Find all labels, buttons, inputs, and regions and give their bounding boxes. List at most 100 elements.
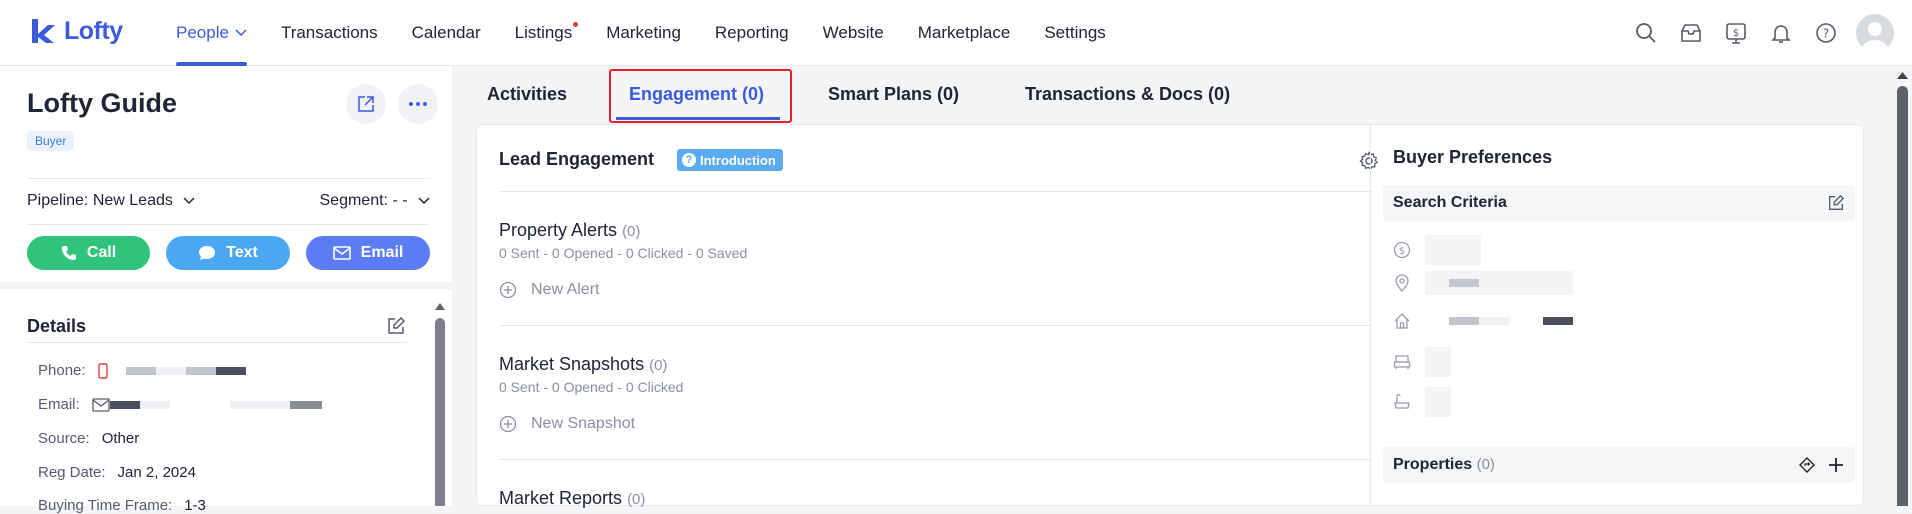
inbox-icon[interactable] <box>1676 18 1706 48</box>
new-alert-button[interactable]: New Alert <box>499 281 599 299</box>
masked-value <box>1425 271 1573 295</box>
bathrooms-criteria <box>1393 387 1451 417</box>
location-pin-icon <box>1395 274 1409 292</box>
new-snapshot-button[interactable]: New Snapshot <box>499 415 635 433</box>
pipeline-select[interactable]: Pipeline: New Leads <box>27 192 195 210</box>
notification-dot <box>573 22 579 27</box>
properties-label: Properties (0) <box>1393 456 1495 474</box>
chevron-down-icon <box>235 29 247 37</box>
billing-icon[interactable]: $ <box>1721 18 1751 48</box>
chevron-down-icon <box>418 197 430 205</box>
bell-icon[interactable] <box>1766 18 1796 48</box>
lead-engagement-title: Lead Engagement <box>499 149 655 169</box>
bathtub-icon <box>1394 393 1410 409</box>
reg-date-row: Reg Date: Jan 2, 2024 <box>38 464 196 481</box>
nav-website[interactable]: Website <box>823 0 884 66</box>
search-criteria-bar: Search Criteria <box>1383 185 1855 221</box>
gear-icon[interactable] <box>1359 151 1379 171</box>
top-icons: $ ? <box>1631 0 1912 66</box>
masked-value <box>1425 309 1575 333</box>
envelope-icon <box>332 246 351 260</box>
tab-activities[interactable]: Activities <box>487 84 567 105</box>
main-scrollbar[interactable] <box>1893 66 1912 506</box>
nav-reporting[interactable]: Reporting <box>715 0 789 66</box>
brand-name: Lofty <box>64 16 123 45</box>
share-icon <box>358 96 374 112</box>
tab-transactions-docs[interactable]: Transactions & Docs (0) <box>1025 84 1230 105</box>
dollar-circle-icon: $ <box>1393 241 1411 259</box>
introduction-badge[interactable]: ? Introduction <box>677 149 783 171</box>
plus-circle-icon <box>499 415 517 433</box>
pipeline-value: New Leads <box>92 192 173 209</box>
nav-label: Reporting <box>714 23 789 42</box>
segment-select[interactable]: Segment: - - <box>320 192 431 210</box>
property-type-criteria <box>1393 309 1575 333</box>
avatar[interactable] <box>1856 14 1894 52</box>
masked-value <box>1425 235 1481 265</box>
nav-marketing[interactable]: Marketing <box>606 0 681 66</box>
email-button[interactable]: Email <box>306 236 430 270</box>
home-icon <box>1394 313 1410 329</box>
nav-label: Transactions <box>280 23 378 42</box>
mask-block <box>125 366 156 375</box>
nav-settings[interactable]: Settings <box>1044 0 1105 66</box>
divider <box>27 224 430 225</box>
nav-transactions[interactable]: Transactions <box>281 0 378 66</box>
mask-block <box>289 400 322 409</box>
chat-bubble-icon <box>199 246 216 260</box>
details-title: Details <box>27 316 87 336</box>
main-nav: People Transactions Calendar Listings Ma… <box>176 0 1140 66</box>
contact-header-card: Lofty Guide Buyer Pipeline: New Leads Se… <box>0 66 452 282</box>
more-icon <box>409 102 427 106</box>
property-alerts-stats: 0 Sent - 0 Opened - 0 Clicked - 0 Saved <box>499 245 748 261</box>
edit-icon[interactable] <box>386 316 406 336</box>
email-row: Email: <box>38 396 322 413</box>
pipeline-label: Pipeline: <box>27 192 89 209</box>
nav-listings[interactable]: Listings <box>514 0 579 66</box>
phone-row: Phone: <box>38 362 246 379</box>
segment-label: Segment: <box>319 192 388 209</box>
edit-icon[interactable] <box>1827 194 1845 212</box>
contact-name: Lofty Guide <box>27 88 177 118</box>
nav-label: Marketplace <box>917 23 1011 42</box>
sidebar-scrollbar[interactable] <box>433 298 447 506</box>
text-button[interactable]: Text <box>166 236 290 270</box>
mobile-phone-icon[interactable] <box>97 362 108 379</box>
divider <box>499 325 1372 326</box>
market-snapshots-title: Market Snapshots (0) <box>499 354 667 375</box>
tab-engagement[interactable]: Engagement (0) <box>629 84 764 105</box>
nav-calendar[interactable]: Calendar <box>412 0 481 66</box>
section-count: (0) <box>649 357 668 374</box>
help-icon[interactable]: ? <box>1811 18 1841 48</box>
properties-bar: Properties (0) <box>1383 447 1855 483</box>
mask-block <box>169 400 230 409</box>
introduction-label: Introduction <box>700 152 776 168</box>
nav-label: Website <box>822 23 884 42</box>
add-icon[interactable] <box>1827 456 1845 474</box>
search-icon[interactable] <box>1631 18 1661 48</box>
question-icon: ? <box>682 153 696 167</box>
diamond-direction-icon[interactable] <box>1799 457 1815 473</box>
envelope-icon[interactable] <box>92 397 110 412</box>
lofty-logo[interactable]: Lofty <box>28 16 123 46</box>
nav-label: Listings <box>514 23 573 42</box>
price-criteria: $ <box>1393 235 1481 265</box>
location-criteria <box>1393 271 1573 295</box>
property-alerts-title: Property Alerts (0) <box>499 220 640 241</box>
buyer-badge: Buyer <box>27 131 75 151</box>
nav-marketplace[interactable]: Marketplace <box>918 0 1011 66</box>
phone-label: Phone: <box>38 362 86 379</box>
lofty-logo-icon <box>32 19 55 43</box>
divider <box>499 191 1372 192</box>
masked-value <box>1425 387 1451 417</box>
share-button[interactable] <box>346 84 386 124</box>
tab-smart-plans[interactable]: Smart Plans (0) <box>828 84 959 105</box>
call-button[interactable]: Call <box>27 236 150 270</box>
bed-icon <box>1393 355 1411 369</box>
more-options-button[interactable] <box>398 84 438 124</box>
mask-block <box>109 400 140 409</box>
call-label: Call <box>86 244 117 261</box>
nav-people[interactable]: People <box>176 0 247 66</box>
chevron-down-icon <box>183 197 195 205</box>
nav-label: People <box>176 23 229 42</box>
